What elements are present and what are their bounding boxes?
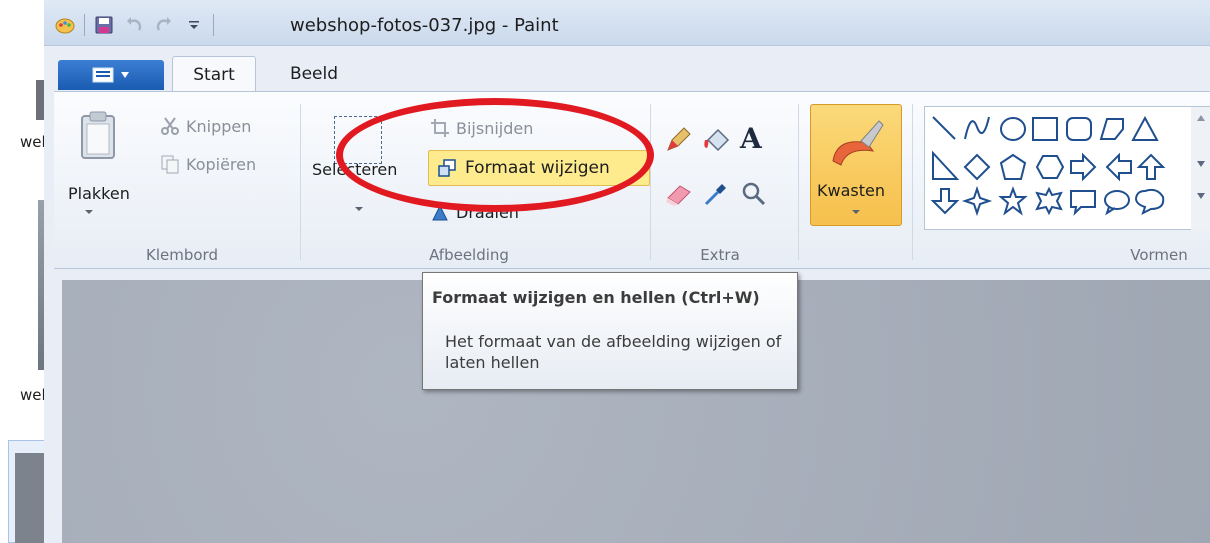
- desktop-file-label[interactable]: wel: [20, 386, 46, 404]
- pencil-icon[interactable]: [664, 126, 692, 158]
- fill-bucket-icon[interactable]: [702, 126, 732, 160]
- group-label-tools: Extra: [700, 246, 740, 264]
- ribbon-tab-row: Start Beeld: [44, 56, 1210, 92]
- group-label-image: Afbeelding: [429, 246, 509, 264]
- chevron-down-icon: [121, 72, 129, 78]
- undo-icon[interactable]: [123, 14, 145, 36]
- tab-start[interactable]: Start: [172, 56, 256, 92]
- tooltip-title: Formaat wijzigen en hellen (Ctrl+W): [432, 288, 760, 307]
- title-bar[interactable]: webshop-fotos-037.jpg - Paint: [44, 0, 1210, 46]
- tooltip: Formaat wijzigen en hellen (Ctrl+W) Het …: [422, 272, 798, 390]
- copy-label: Kopiëren: [186, 154, 257, 174]
- qat-separator: [84, 14, 85, 36]
- customize-qat-icon[interactable]: [183, 14, 205, 36]
- color-picker-icon[interactable]: [702, 180, 730, 212]
- rotate-icon: [432, 204, 448, 221]
- tooltip-body: Het formaat van de afbeelding wijzigen o…: [445, 332, 782, 372]
- desktop-thumbnail-selected[interactable]: [8, 440, 49, 543]
- crop-label: Bijsnijden: [456, 118, 534, 138]
- resize-button[interactable]: Formaat wijzigen: [428, 150, 650, 186]
- paint-window: webshop-fotos-037.jpg - Paint Start Beel…: [44, 0, 1210, 543]
- ribbon: Plakken Knippen Kopiëren Klembord Select…: [54, 91, 1210, 269]
- magnifier-icon[interactable]: [740, 180, 768, 212]
- group-separator: [798, 104, 799, 260]
- copy-icon: [161, 155, 179, 174]
- paint-app-icon[interactable]: [54, 14, 76, 36]
- desktop-strip: wel wel: [0, 0, 49, 543]
- rotate-button[interactable]: Draaien: [430, 202, 519, 222]
- group-separator: [912, 104, 913, 260]
- brushes-button[interactable]: Kwasten: [810, 104, 902, 226]
- chevron-down-icon: [852, 210, 860, 214]
- group-separator: [300, 104, 301, 260]
- window-title: webshop-fotos-037.jpg - Paint: [290, 15, 559, 36]
- qat-separator: [213, 14, 214, 36]
- group-separator: [650, 104, 651, 260]
- shapes-gallery[interactable]: [924, 106, 1210, 231]
- quick-access-toolbar: [54, 12, 214, 38]
- paste-icon[interactable]: [78, 110, 118, 164]
- save-icon[interactable]: [93, 14, 115, 36]
- resize-label: Formaat wijzigen: [465, 158, 610, 178]
- eraser-icon[interactable]: [664, 180, 694, 212]
- menu-icon: [92, 67, 114, 83]
- crop-button[interactable]: Bijsnijden: [430, 118, 533, 138]
- paste-button[interactable]: Plakken: [68, 184, 130, 203]
- chevron-down-icon[interactable]: [84, 209, 94, 215]
- select-button[interactable]: Selecteren: [312, 160, 397, 179]
- scissors-icon: [161, 117, 179, 135]
- copy-button[interactable]: Kopiëren: [160, 154, 256, 174]
- desktop-file-label[interactable]: wel: [20, 133, 46, 151]
- shapes-grid: [930, 107, 1210, 231]
- group-label-shapes: Vormen: [1130, 246, 1188, 264]
- brushes-label: Kwasten: [817, 181, 885, 200]
- cut-button[interactable]: Knippen: [160, 116, 251, 136]
- text-tool-icon[interactable]: A: [740, 122, 762, 155]
- select-icon[interactable]: [334, 116, 382, 164]
- resize-icon: [438, 159, 456, 177]
- redo-icon[interactable]: [153, 14, 175, 36]
- rotate-label: Draaien: [456, 202, 519, 222]
- crop-icon: [431, 119, 449, 137]
- chevron-down-icon[interactable]: [354, 206, 364, 212]
- brush-icon: [832, 120, 884, 166]
- paint-menu-button[interactable]: [58, 60, 164, 90]
- cut-label: Knippen: [186, 116, 252, 136]
- screen: wel wel webshop-fotos-037.jpg - Paint St…: [0, 0, 1210, 543]
- group-label-clipboard: Klembord: [146, 246, 218, 264]
- tab-beeld[interactable]: Beeld: [274, 56, 354, 92]
